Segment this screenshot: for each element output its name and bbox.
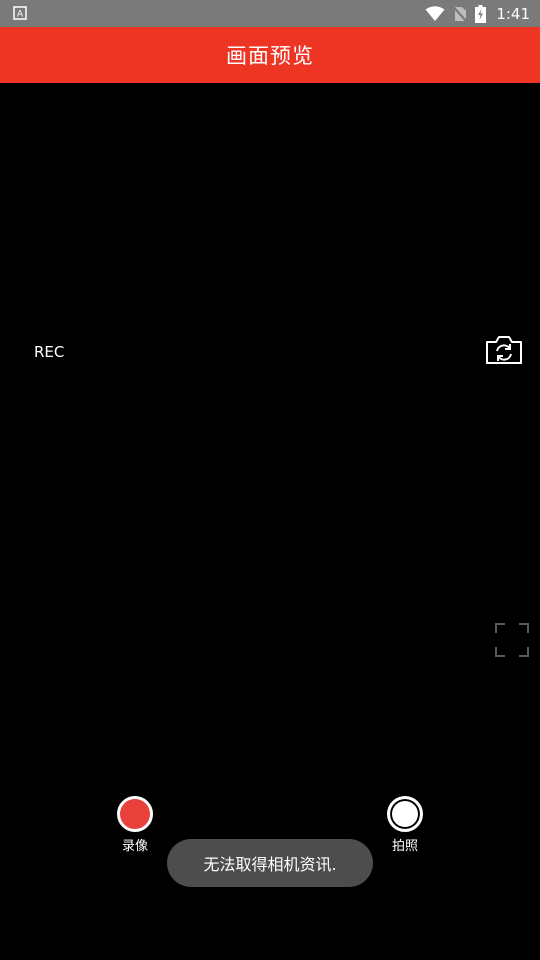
record-control[interactable]: 录像 bbox=[105, 796, 165, 854]
page-title: 画面预览 bbox=[226, 44, 314, 68]
app-bar: 画面预览 bbox=[0, 27, 540, 83]
status-time: 1:41 bbox=[496, 4, 530, 23]
rec-label: REC bbox=[34, 343, 65, 361]
switch-camera-icon[interactable] bbox=[485, 334, 523, 366]
no-sim-icon bbox=[453, 5, 468, 22]
toast-message: 无法取得相机资讯. bbox=[167, 839, 373, 887]
status-bar: A 1:41 bbox=[0, 0, 540, 27]
capture-photo-button[interactable] bbox=[387, 796, 423, 832]
photo-control[interactable]: 拍照 bbox=[375, 796, 435, 854]
svg-text:A: A bbox=[17, 10, 24, 20]
fullscreen-icon[interactable] bbox=[494, 622, 530, 658]
record-button[interactable] bbox=[117, 796, 153, 832]
notification-a-icon: A bbox=[13, 6, 27, 20]
camera-preview-screen: A 1:41 画面预览 REC 录像 拍照 无法取得相机资讯. bbox=[0, 0, 540, 960]
battery-charging-icon bbox=[475, 4, 487, 23]
record-label: 录像 bbox=[121, 839, 148, 854]
status-icons: 1:41 bbox=[425, 0, 530, 27]
wifi-icon bbox=[425, 5, 445, 21]
photo-label: 拍照 bbox=[391, 839, 418, 854]
